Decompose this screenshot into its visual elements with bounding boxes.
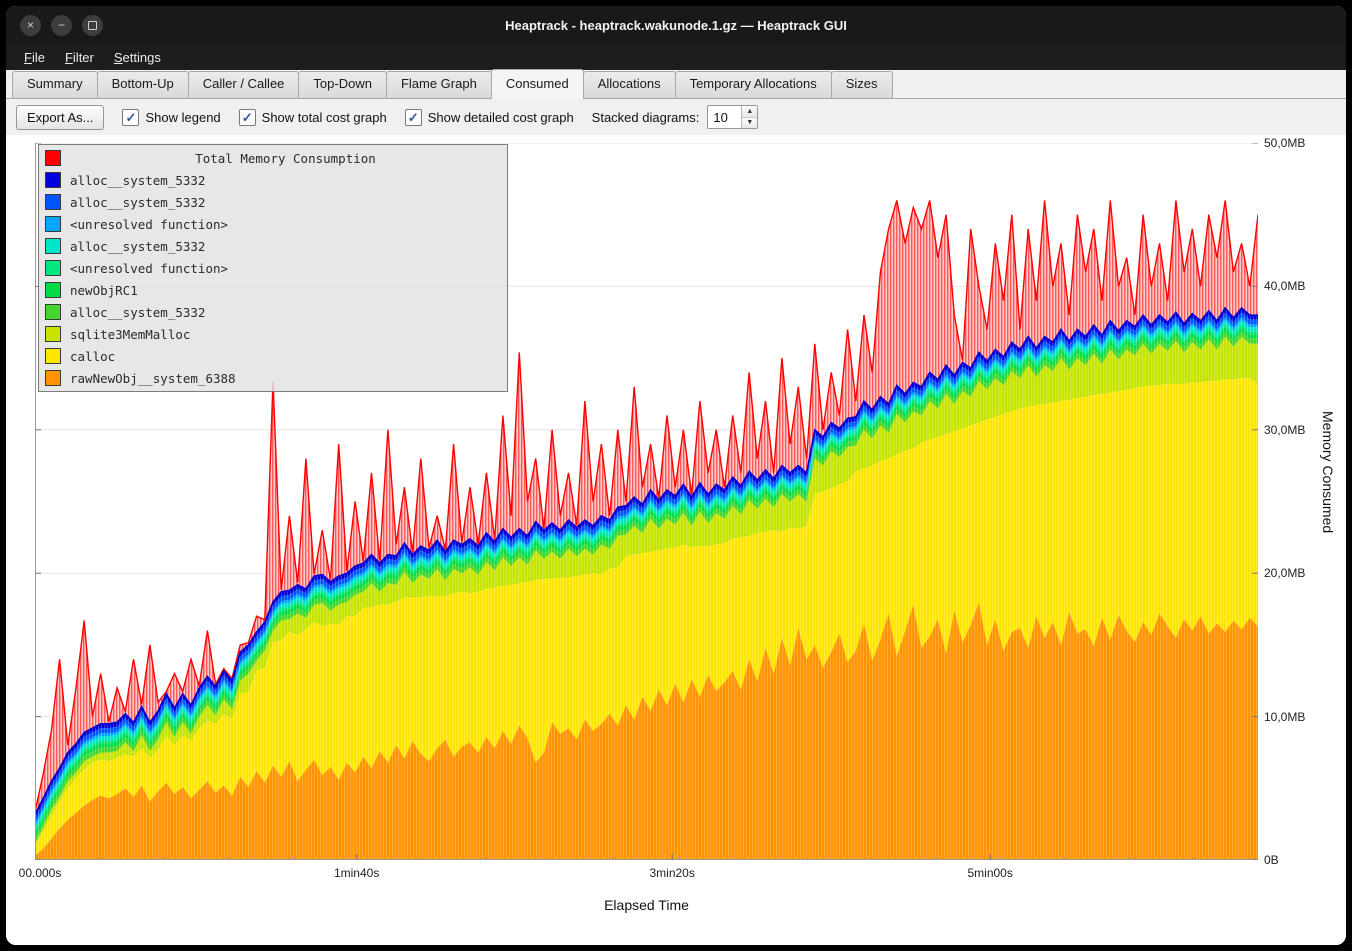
tab-bottom-up[interactable]: Bottom-Up [97, 71, 189, 98]
legend-swatch [45, 238, 61, 254]
y-tick-label: 0B [1264, 853, 1279, 867]
legend-title-row: Total Memory Consumption [39, 147, 507, 169]
tab-temporary-allocations[interactable]: Temporary Allocations [675, 71, 832, 98]
tab-flame-graph[interactable]: Flame Graph [386, 71, 492, 98]
legend-title-swatch [45, 150, 61, 166]
legend-entry: <unresolved function> [39, 213, 507, 235]
menu-bar: FileFilterSettings [6, 44, 1346, 70]
stacked-diagrams-spinbox[interactable]: 10 ▲ ▼ [707, 105, 758, 129]
checkbox-box[interactable]: ✓ [122, 109, 139, 126]
y-tick-label: 30,0MB [1264, 423, 1305, 437]
legend-label: alloc__system_5332 [70, 305, 205, 320]
legend-label: alloc__system_5332 [70, 195, 205, 210]
tab-caller-callee[interactable]: Caller / Callee [188, 71, 300, 98]
legend-label: calloc [70, 349, 115, 364]
legend-swatch [45, 172, 61, 188]
x-tick-label: 3min20s [649, 866, 694, 880]
close-button[interactable]: × [20, 15, 41, 36]
legend-label: rawNewObj__system_6388 [70, 371, 236, 386]
stacked-diagrams-label: Stacked diagrams: [592, 110, 700, 125]
memory-chart[interactable]: Total Memory Consumption alloc__system_5… [6, 135, 1346, 945]
checkbox-box[interactable]: ✓ [239, 109, 256, 126]
menu-settings[interactable]: Settings [104, 47, 171, 68]
checkbox-show-detailed-cost-graph[interactable]: ✓ Show detailed cost graph [405, 109, 574, 126]
tab-allocations[interactable]: Allocations [583, 71, 676, 98]
tab-bar: SummaryBottom-UpCaller / CalleeTop-DownF… [6, 70, 1346, 99]
maximize-button[interactable] [82, 15, 103, 36]
legend-label: alloc__system_5332 [70, 239, 205, 254]
legend-entry: sqlite3MemMalloc [39, 323, 507, 345]
app-window: × − Heaptrack - heaptrack.wakunode.1.gz … [6, 6, 1346, 945]
x-axis-title: Elapsed Time [35, 897, 1258, 913]
y-tick-label: 50,0MB [1264, 136, 1305, 150]
legend-entry: <unresolved function> [39, 257, 507, 279]
legend-entry: alloc__system_5332 [39, 301, 507, 323]
checkbox-label: Show legend [145, 110, 220, 125]
window-controls: × − [20, 15, 103, 36]
minimize-button[interactable]: − [51, 15, 72, 36]
window-title: Heaptrack - heaptrack.wakunode.1.gz — He… [6, 18, 1346, 33]
x-tick-label: 1min40s [334, 866, 379, 880]
toolbar: Export As... ✓ Show legend ✓ Show total cos… [6, 99, 1346, 135]
x-tick-label: 00.000s [19, 866, 62, 880]
spin-up-button[interactable]: ▲ [742, 106, 757, 118]
checkbox-box[interactable]: ✓ [405, 109, 422, 126]
menu-file[interactable]: File [14, 47, 55, 68]
legend-label: alloc__system_5332 [70, 173, 205, 188]
checkbox-show-total-cost-graph[interactable]: ✓ Show total cost graph [239, 109, 387, 126]
stacked-diagrams-value[interactable]: 10 [708, 106, 741, 128]
export-as-button[interactable]: Export As... [16, 105, 104, 130]
legend-swatch [45, 282, 61, 298]
legend-entry: alloc__system_5332 [39, 235, 507, 257]
legend-label: sqlite3MemMalloc [70, 327, 190, 342]
legend-swatch [45, 304, 61, 320]
legend-entry: rawNewObj__system_6388 [39, 367, 507, 389]
tab-top-down[interactable]: Top-Down [298, 71, 387, 98]
legend-entry: calloc [39, 345, 507, 367]
chart-legend: Total Memory Consumption alloc__system_5… [38, 144, 508, 392]
y-tick-label: 20,0MB [1264, 566, 1305, 580]
legend-entry: newObjRC1 [39, 279, 507, 301]
y-tick-label: 10,0MB [1264, 710, 1305, 724]
legend-swatch [45, 370, 61, 386]
legend-swatch [45, 348, 61, 364]
spin-buttons: ▲ ▼ [741, 106, 757, 128]
legend-label: <unresolved function> [70, 217, 228, 232]
maximize-icon [88, 21, 97, 30]
legend-swatch [45, 216, 61, 232]
checkbox-group: ✓ Show legend ✓ Show total cost graph ✓ Show … [122, 109, 573, 126]
legend-title: Total Memory Consumption [70, 151, 501, 166]
legend-entries: alloc__system_5332 alloc__system_5332 <unr… [39, 169, 507, 389]
spin-down-button[interactable]: ▼ [742, 118, 757, 129]
legend-entry: alloc__system_5332 [39, 191, 507, 213]
tab-sizes[interactable]: Sizes [831, 71, 893, 98]
menu-filter[interactable]: Filter [55, 47, 104, 68]
legend-label: <unresolved function> [70, 261, 228, 276]
checkbox-show-legend[interactable]: ✓ Show legend [122, 109, 220, 126]
checkbox-label: Show detailed cost graph [428, 110, 574, 125]
legend-swatch [45, 260, 61, 276]
legend-entry: alloc__system_5332 [39, 169, 507, 191]
tab-consumed[interactable]: Consumed [491, 69, 584, 99]
legend-swatch [45, 194, 61, 210]
y-tick-label: 40,0MB [1264, 279, 1305, 293]
legend-label: newObjRC1 [70, 283, 138, 298]
checkbox-label: Show total cost graph [262, 110, 387, 125]
title-bar: × − Heaptrack - heaptrack.wakunode.1.gz … [6, 6, 1346, 44]
tab-summary[interactable]: Summary [12, 71, 98, 98]
y-axis-title: Memory Consumed [1320, 411, 1336, 533]
x-tick-label: 5min00s [967, 866, 1012, 880]
legend-swatch [45, 326, 61, 342]
